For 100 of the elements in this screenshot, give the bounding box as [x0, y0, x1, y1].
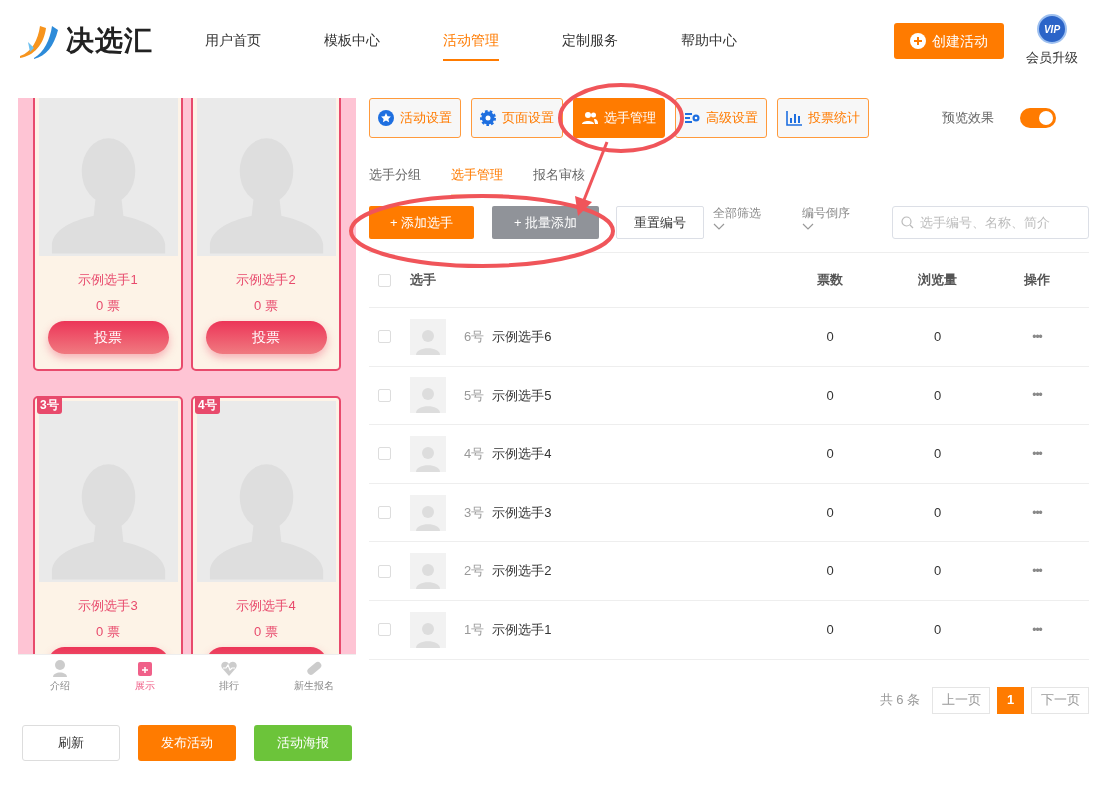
vote-count: 0 票: [254, 296, 278, 315]
nav-link[interactable]: 用户首页: [205, 21, 261, 61]
more-actions-button[interactable]: •••: [1032, 562, 1042, 581]
table-cell-text: 0: [932, 621, 943, 639]
bottom-nav-tab[interactable]: 介绍: [50, 678, 71, 693]
checkbox[interactable]: [378, 506, 391, 520]
checkbox[interactable]: [378, 447, 391, 461]
contestant-name: 示例选手5: [492, 386, 552, 405]
reset-numbers-button[interactable]: 重置编号: [616, 206, 704, 239]
search-field[interactable]: 选手编号、名称、简介: [892, 206, 1089, 239]
action-button[interactable]: 活动海报: [254, 725, 352, 761]
contestant-number: 1号: [464, 621, 485, 639]
checkbox[interactable]: [378, 623, 391, 637]
kit-icon: [135, 659, 154, 677]
contestant-name: 示例选手2: [492, 562, 552, 581]
more-actions-button[interactable]: •••: [1032, 327, 1042, 346]
table-cell-text: 0: [932, 328, 943, 347]
chart-icon: [786, 110, 802, 126]
avatar-placeholder: [410, 318, 446, 355]
table-cell-text: 0: [825, 621, 835, 639]
nav-link[interactable]: 定制服务: [562, 21, 618, 61]
more-actions-button[interactable]: •••: [1032, 445, 1042, 463]
more-actions-button[interactable]: •••: [1032, 620, 1042, 639]
plus-icon: [910, 33, 926, 49]
checkbox[interactable]: [378, 330, 391, 344]
settings-tab[interactable]: 活动设置: [369, 98, 461, 138]
logo-text: 决选汇: [66, 24, 153, 58]
vip-badge[interactable]: VIP: [1037, 14, 1067, 45]
column-header: 票数: [816, 271, 844, 290]
chevron-down-icon: [802, 223, 814, 230]
contestant-name: 示例选手2: [236, 271, 296, 289]
contestant-name: 示例选手3: [492, 503, 552, 522]
nav-link[interactable]: 活动管理: [443, 21, 499, 61]
sub-tab[interactable]: 选手管理: [451, 165, 503, 195]
sub-tab[interactable]: 报名审核: [533, 165, 585, 195]
table-cell-text: 0: [932, 386, 943, 405]
contestant-number: 2号: [464, 562, 485, 581]
create-activity-button[interactable]: 创建活动: [894, 23, 1004, 59]
filter-dropdown[interactable]: 全部筛选: [713, 206, 802, 230]
batch-add-button[interactable]: + 批量添加: [492, 206, 599, 239]
star-icon: [378, 110, 394, 126]
checkbox[interactable]: [378, 564, 391, 578]
settings-tab[interactable]: 选手管理: [573, 98, 665, 138]
table-cell-text: 0: [825, 562, 835, 581]
avatar-placeholder: [410, 436, 446, 472]
number-badge: 3号: [37, 396, 62, 414]
gear-icon: [480, 110, 496, 126]
contestant-name: 示例选手3: [78, 597, 138, 615]
bottom-nav-tab[interactable]: 排行: [219, 678, 240, 693]
vote-count: 0 票: [254, 622, 278, 641]
table-cell-text: 0: [825, 386, 835, 405]
contestant-number: 6号: [464, 328, 485, 347]
contestant-name: 示例选手6: [492, 328, 552, 347]
settings-tab[interactable]: 页面设置: [471, 98, 563, 138]
users-icon: [582, 110, 598, 126]
search-icon: [901, 216, 914, 229]
heart-icon: [220, 659, 239, 677]
vote-button[interactable]: 投票: [47, 321, 169, 354]
contestant-name: 示例选手1: [492, 621, 552, 639]
checkbox[interactable]: [378, 273, 391, 287]
checkbox[interactable]: [378, 388, 391, 402]
settings-tab[interactable]: 高级设置: [675, 98, 767, 138]
vote-count: 0 票: [96, 622, 120, 641]
vote-button[interactable]: 投票: [205, 321, 327, 354]
avatar-placeholder: [410, 377, 446, 414]
avatar-placeholder: [410, 611, 446, 648]
refresh-button[interactable]: 刷新: [22, 725, 120, 761]
contestant-name: 示例选手4: [236, 597, 296, 615]
sliders-icon: [684, 110, 700, 126]
table-cell-text: 0: [825, 328, 835, 347]
contestant-number: 5号: [464, 386, 485, 405]
bottom-nav-tab[interactable]: 新生报名: [293, 678, 334, 693]
page-button[interactable]: 1: [997, 686, 1024, 714]
preview-toggle[interactable]: [1020, 108, 1056, 128]
chevron-down-icon: [713, 223, 725, 230]
action-button[interactable]: 发布活动: [138, 725, 236, 761]
table-cell-text: 0: [932, 445, 943, 464]
more-actions-button[interactable]: •••: [1032, 503, 1042, 522]
avatar-placeholder: [410, 494, 446, 531]
sub-tab[interactable]: 选手分组: [369, 165, 421, 195]
number-badge: 4号: [195, 396, 220, 414]
contestant-name: 示例选手4: [492, 445, 552, 464]
add-contestant-button[interactable]: + 添加选手: [369, 206, 474, 239]
avatar-placeholder: [410, 553, 446, 590]
nav-link[interactable]: 模板中心: [324, 21, 380, 61]
vote-count: 0 票: [96, 296, 120, 315]
bottom-nav-tab[interactable]: 展示: [134, 678, 155, 693]
sort-dropdown[interactable]: 编号倒序: [802, 206, 892, 230]
table-cell-text: 0: [932, 503, 943, 522]
vip-upgrade-label[interactable]: 会员升级: [1026, 48, 1078, 68]
nav-link[interactable]: 帮助中心: [681, 21, 737, 61]
contestant-number: 3号: [464, 503, 485, 522]
column-header: 选手: [410, 271, 437, 290]
table-cell-text: 0: [825, 503, 835, 522]
column-header: 操作: [1023, 271, 1051, 290]
table-cell-text: 0: [825, 445, 835, 464]
total-count: 共 6 条: [879, 691, 920, 710]
settings-tab[interactable]: 投票统计: [777, 98, 869, 138]
more-actions-button[interactable]: •••: [1032, 386, 1042, 405]
column-header: 浏览量: [917, 271, 958, 290]
